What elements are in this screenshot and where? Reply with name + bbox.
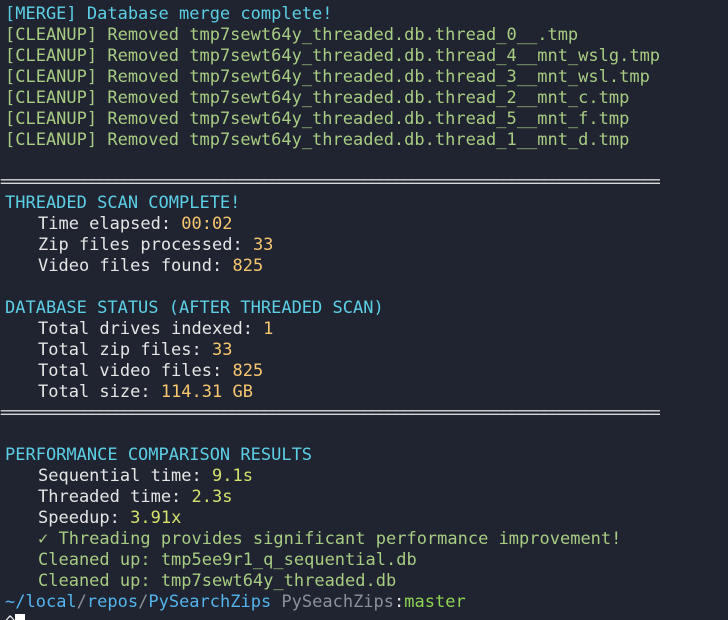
cleanup-line: [CLEANUP] Removed tmp7sewt64y_threaded.d… [5, 67, 650, 87]
performance-heading: PERFORMANCE COMPARISON RESULTS [5, 445, 313, 465]
cleanup-line: [CLEANUP] Removed tmp7sewt64y_threaded.d… [5, 25, 579, 45]
text-cursor [15, 614, 26, 620]
merge-line: [MERGE] Database merge complete! [5, 4, 333, 24]
cleaned-line: Cleaned up: tmp5ee9r1_q_sequential.db [38, 550, 417, 570]
stat-row: Video files found: 825 [38, 256, 264, 276]
separator-line: ========================================… [0, 172, 661, 192]
stat-row: Zip files processed: 33 [38, 235, 274, 255]
stat-row: Total drives indexed: 1 [38, 319, 274, 339]
threaded-scan-heading: THREADED SCAN COMPLETE! [5, 193, 241, 213]
terminal-window[interactable]: [MERGE] Database merge complete! [CLEANU… [0, 0, 728, 620]
cleanup-line: [CLEANUP] Removed tmp7sewt64y_threaded.d… [5, 109, 630, 129]
cleaned-line: Cleaned up: tmp7sewt64y_threaded.db [38, 571, 397, 591]
shell-prompt: ~/local/repos/PySearchZips PySeachZips:m… [5, 592, 466, 612]
stat-row: Total zip files: 33 [38, 340, 233, 360]
cleanup-line: [CLEANUP] Removed tmp7sewt64y_threaded.d… [5, 88, 630, 108]
stat-row: Total video files: 825 [38, 361, 264, 381]
stat-row: Total size: 114.31 GB [38, 382, 253, 402]
stat-row: Time elapsed: 00:02 [38, 214, 233, 234]
stat-row: Speedup: 3.91x [38, 508, 182, 528]
prompt-home: ~/ [5, 592, 26, 612]
prompt-dir: PySearchZips [148, 592, 272, 612]
stat-row: Threaded time: 2.3s [38, 487, 233, 507]
prompt-branch: master [404, 592, 466, 612]
prompt-env: PySeachZips [271, 592, 395, 612]
db-status-heading: DATABASE STATUS (AFTER THREADED SCAN) [5, 298, 384, 318]
prompt-repos: repos [86, 592, 139, 612]
stat-row: Sequential time: 9.1s [38, 466, 253, 486]
separator-line: ========================================… [0, 403, 661, 423]
prompt-caret: ^ [5, 613, 15, 620]
input-line[interactable]: ^ [5, 613, 728, 620]
cleanup-line: [CLEANUP] Removed tmp7sewt64y_threaded.d… [5, 46, 661, 66]
cleanup-line: [CLEANUP] Removed tmp7sewt64y_threaded.d… [5, 130, 630, 150]
improvement-line: ✓ Threading provides significant perform… [38, 529, 622, 549]
prompt-local: local [25, 592, 77, 612]
